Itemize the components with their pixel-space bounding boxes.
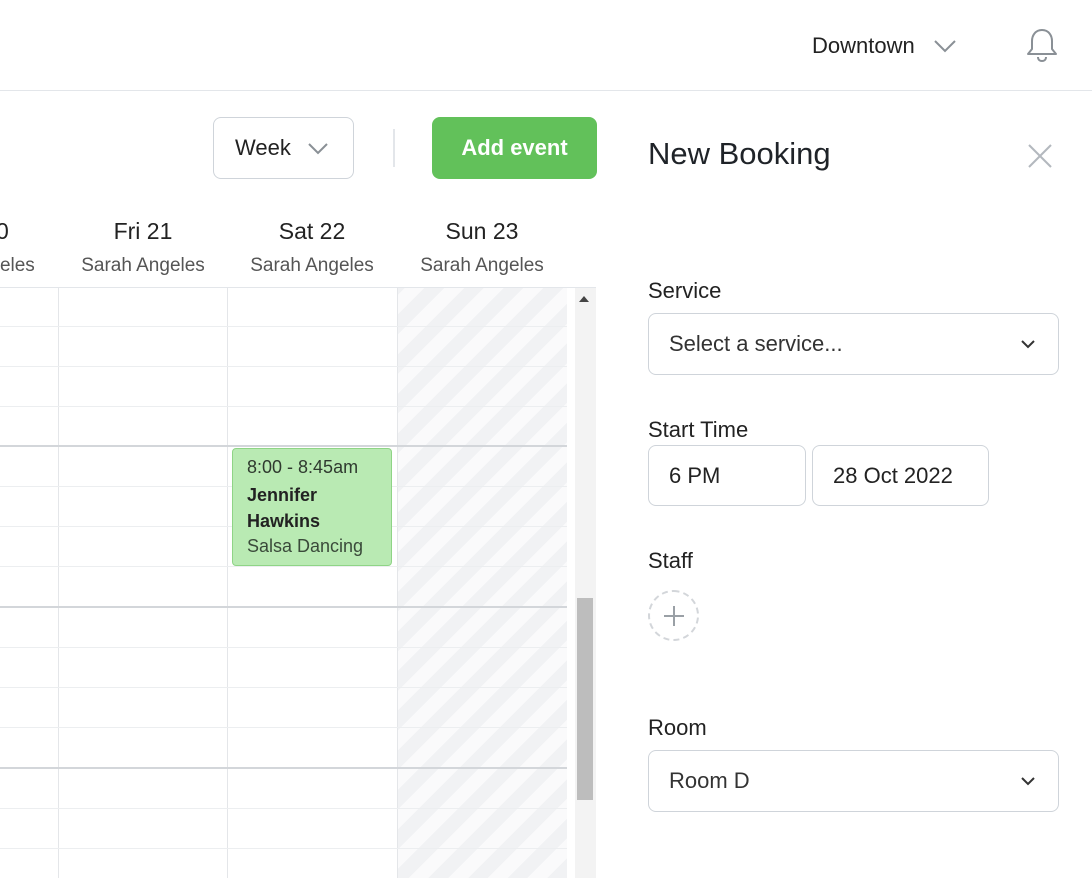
grid-row-line xyxy=(0,566,567,567)
event-service: Salsa Dancing xyxy=(247,536,364,556)
staff-label: Staff xyxy=(648,548,693,573)
grid-hour-line xyxy=(0,445,567,447)
day-staff: Sarah Angeles xyxy=(420,255,544,276)
view-select[interactable]: Week xyxy=(213,117,354,179)
grid-row-line xyxy=(0,727,567,728)
plus-icon xyxy=(663,605,684,626)
calendar-event[interactable]: 8:00 - 8:45am Jennifer Hawkins Salsa Dan… xyxy=(232,448,392,566)
service-label: Service xyxy=(648,278,722,303)
service-select[interactable]: Select a service... xyxy=(648,313,1059,375)
event-time: 8:00 - 8:45am xyxy=(247,457,359,477)
day-label: Fri 21 xyxy=(113,218,173,244)
start-time-input[interactable]: 6 PM xyxy=(648,445,806,506)
calendar-grid[interactable]: 8:00 - 8:45am Jennifer Hawkins Salsa Dan… xyxy=(0,288,575,878)
chevron-down-icon xyxy=(1020,776,1036,786)
day-staff: Sarah Angeles xyxy=(250,255,374,276)
day-label: Sat 22 xyxy=(278,218,346,244)
grid-row-line xyxy=(0,808,567,809)
grid-column-line xyxy=(58,288,59,878)
day-label: Sun 23 xyxy=(445,218,519,244)
calendar-scrollbar[interactable] xyxy=(575,288,596,878)
room-select-value: Room D xyxy=(669,768,750,793)
top-bar: Downtown xyxy=(0,0,1092,91)
day-header-thu[interactable]: Thu 20 Sarah Angeles xyxy=(0,200,58,277)
day-label: Thu 20 xyxy=(0,218,58,245)
day-staff: Sarah Angeles xyxy=(0,255,35,276)
grid-row-line xyxy=(0,326,567,327)
chevron-down-icon xyxy=(1020,339,1036,349)
unavailable-day-column xyxy=(397,288,567,878)
grid-row-line xyxy=(0,647,567,648)
room-select[interactable]: Room D xyxy=(648,750,1059,812)
bell-icon[interactable] xyxy=(1024,26,1060,64)
event-client: Jennifer Hawkins xyxy=(247,485,321,531)
service-select-value: Select a service... xyxy=(669,331,843,356)
grid-row-line xyxy=(0,366,567,367)
add-event-button[interactable]: Add event xyxy=(432,117,597,179)
grid-column-line xyxy=(227,288,228,878)
day-header-fri[interactable]: Fri 21 Sarah Angeles xyxy=(58,200,228,277)
chevron-down-icon xyxy=(933,39,957,53)
grid-row-line xyxy=(0,848,567,849)
scroll-up-icon[interactable] xyxy=(579,296,589,302)
grid-row-line xyxy=(0,406,567,407)
location-selector[interactable]: Downtown xyxy=(812,30,957,62)
add-staff-button[interactable] xyxy=(648,590,699,641)
panel-title: New Booking xyxy=(648,136,831,171)
location-label: Downtown xyxy=(812,33,915,58)
close-icon[interactable] xyxy=(1024,140,1056,172)
calendar-header: Thu 20 Sarah Angeles Fri 21 Sarah Angele… xyxy=(0,200,596,288)
chevron-down-icon xyxy=(307,142,329,155)
room-label: Room xyxy=(648,715,707,740)
day-header-sun[interactable]: Sun 23 Sarah Angeles xyxy=(397,200,567,277)
scrollbar-thumb[interactable] xyxy=(577,598,593,800)
grid-column-line xyxy=(397,288,398,878)
grid-hour-line xyxy=(0,606,567,608)
view-select-label: Week xyxy=(235,135,291,160)
grid-row-line xyxy=(0,687,567,688)
day-header-sat[interactable]: Sat 22 Sarah Angeles xyxy=(227,200,397,277)
grid-hour-line xyxy=(0,767,567,769)
day-staff: Sarah Angeles xyxy=(81,255,205,276)
start-time-label: Start Time xyxy=(648,417,749,442)
start-date-input[interactable]: 28 Oct 2022 xyxy=(812,445,989,506)
toolbar-divider xyxy=(393,129,395,167)
